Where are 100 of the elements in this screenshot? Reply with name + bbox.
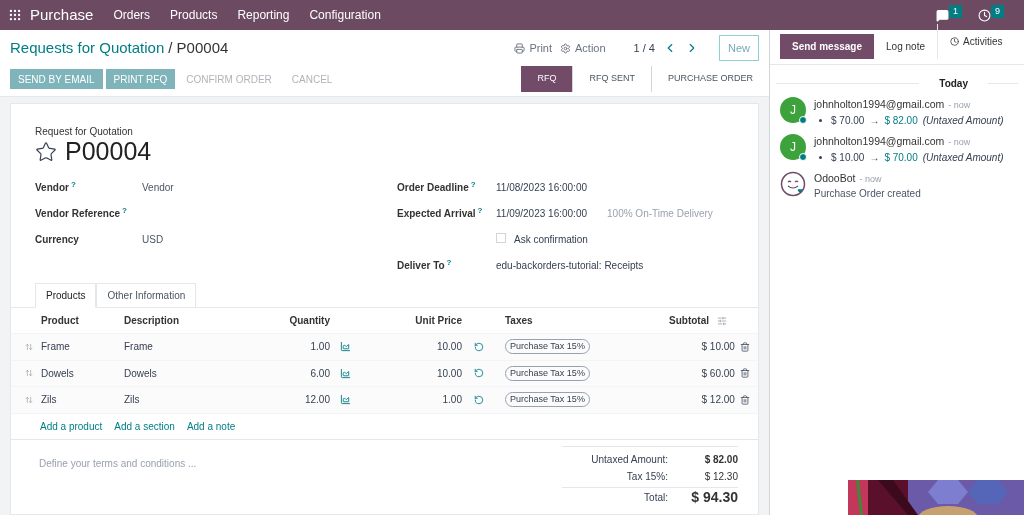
drag-handle-icon[interactable] (25, 342, 33, 351)
drag-handle-icon[interactable] (25, 395, 33, 404)
change-arrow: → (869, 150, 880, 165)
field-label: Order Deadline $^{?}$ (397, 180, 477, 195)
avatar: J (780, 97, 806, 123)
table-cell-text: 6.00 (309, 366, 330, 381)
checkbox[interactable] (496, 233, 506, 243)
bot-avatar-icon (780, 170, 806, 197)
field-label: Currency (35, 233, 80, 247)
menu-item[interactable]: Reporting (237, 6, 290, 24)
total-value: $ 82.00 (703, 452, 738, 467)
star-icon[interactable] (35, 140, 57, 163)
message-body: Purchase Order created (814, 187, 921, 202)
column-settings-icon[interactable] (717, 315, 727, 326)
table-cell-text: Zils (41, 393, 58, 408)
menu-item[interactable]: Configuration (309, 6, 381, 24)
status-step[interactable]: RFQ SENT (572, 66, 651, 92)
message-time: - now (859, 172, 882, 186)
history-icon[interactable] (474, 368, 484, 379)
field-label: Vendor $^{?}$ (35, 180, 77, 195)
count-badge: 9 (991, 4, 1004, 18)
form-subtitle: Request for Quotation (35, 125, 134, 139)
forecast-chart-icon[interactable] (340, 367, 351, 379)
field-value[interactable]: Vendor (142, 180, 174, 195)
status-step[interactable]: PURCHASE ORDER (651, 66, 769, 92)
forecast-chart-icon[interactable] (340, 341, 351, 353)
field-value[interactable]: USD (142, 232, 164, 247)
print-button[interactable]: Print (514, 39, 552, 57)
drag-handle-icon[interactable] (25, 369, 33, 378)
field-label: Expected Arrival $^{?}$ (397, 206, 484, 221)
history-icon[interactable] (474, 394, 484, 405)
field-value[interactable]: edu-backorders-tutorial: Receipts (496, 258, 644, 273)
table-cell-text: 12.00 (303, 393, 330, 408)
chatter-tab[interactable]: Activities (937, 24, 1015, 59)
total-label: Total: (644, 490, 668, 505)
table-cell-text: $ 60.00 (700, 366, 735, 381)
gear-icon (560, 42, 571, 54)
message-author: OdooBot (814, 170, 856, 186)
table-cell-text: $ 12.00 (700, 393, 735, 408)
delete-icon[interactable] (739, 368, 750, 379)
field-value[interactable]: 11/08/2023 16:00:00 (496, 180, 587, 195)
messages-icon[interactable] (935, 8, 949, 22)
total-value: $ 94.30 (690, 487, 738, 507)
total-value: $ 12.30 (703, 469, 738, 484)
field-value[interactable]: 11/09/2023 16:00:00 (496, 206, 587, 221)
breadcrumb-link[interactable]: Requests for Quotation (10, 36, 165, 60)
menu-item[interactable]: Orders (113, 6, 151, 24)
column-header: Description (124, 314, 180, 328)
apps-menu-icon[interactable] (8, 8, 22, 22)
table-cell-text: 10.00 (435, 366, 462, 381)
table-cell-text: Dowels (41, 366, 75, 381)
field-label: Deliver To $^{?}$ (397, 258, 453, 273)
add-line-link[interactable]: Add a note (186, 418, 236, 434)
new-value: $ 70.00 (884, 150, 918, 165)
delivery-note: 100% On-Time Delivery (607, 207, 713, 221)
menu-item[interactable]: Products (170, 6, 218, 24)
add-line-link[interactable]: Add a section (114, 418, 175, 434)
total-label: Tax 15%: (626, 469, 668, 484)
activities-icon[interactable] (978, 8, 991, 22)
old-value: $ 10.00 (831, 150, 865, 165)
status-step[interactable]: RFQ (521, 66, 573, 92)
action-button[interactable]: Action (560, 39, 606, 57)
chatter-tab[interactable]: Send message (780, 34, 875, 59)
column-header: Taxes (504, 314, 534, 328)
table-row[interactable]: Frame Frame 1.00 10.00 Purchase Tax 15% $ 10.00 (11, 334, 758, 361)
delete-icon[interactable] (739, 341, 750, 352)
help-icon[interactable]: ? (470, 180, 476, 189)
table-cell-text: Zils (124, 393, 141, 408)
history-icon[interactable] (474, 341, 484, 352)
add-line-link[interactable]: Add a product (40, 418, 103, 434)
new-value: $ 82.00 (884, 113, 918, 128)
help-icon[interactable]: ? (446, 258, 452, 267)
message-time: - now (948, 99, 971, 112)
column-header: Quantity (288, 314, 330, 328)
table-cell-text: $ 10.00 (700, 340, 735, 355)
table-cell-text: Frame (124, 340, 154, 355)
breadcrumb-current: / P00004 (168, 37, 229, 58)
pager-value: 1 / 4 (633, 40, 655, 56)
chatter-tab[interactable]: Log note (874, 34, 937, 59)
changed-field: (Untaxed Amount) (922, 112, 1004, 128)
clock-icon (950, 37, 959, 46)
help-icon[interactable]: ? (122, 206, 127, 215)
avatar: J (780, 133, 806, 160)
form-tab[interactable]: Products (35, 283, 97, 308)
form-tab[interactable]: Other Information (96, 283, 197, 308)
help-icon[interactable]: ? (477, 206, 483, 215)
app-name[interactable]: Purchase (30, 3, 94, 27)
change-arrow: → (869, 113, 880, 128)
old-value: $ 70.00 (831, 113, 865, 128)
forecast-chart-icon[interactable] (340, 394, 351, 406)
help-icon[interactable]: ? (70, 180, 76, 189)
table-cell-text: 10.00 (435, 340, 462, 355)
table-row[interactable]: Dowels Dowels 6.00 10.00 Purchase Tax 15% $ 60.00 (11, 360, 758, 387)
column-header: Subtotal (668, 314, 709, 328)
table-row[interactable]: Zils Zils 12.00 1.00 Purchase Tax 15% $ 12.00 (11, 387, 758, 414)
message-author: johnholton1994@gmail.com (814, 133, 945, 149)
column-header: Product (40, 314, 80, 328)
field-label: Vendor Reference $^{?}$ (35, 206, 128, 221)
checkbox-label: Ask confirmation (514, 233, 588, 247)
delete-icon[interactable] (739, 394, 750, 405)
